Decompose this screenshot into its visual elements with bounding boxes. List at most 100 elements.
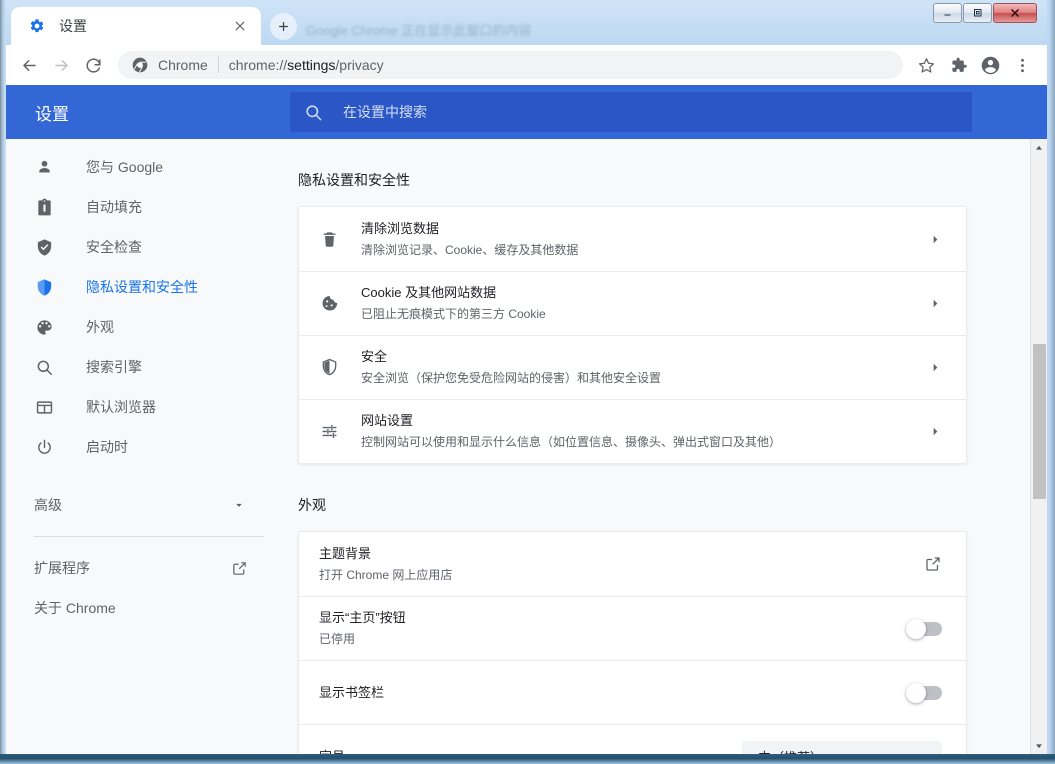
sidebar-item-label: 搜索引擎 [86,357,142,377]
chevron-down-icon [917,750,930,754]
toggle-knob [906,619,926,639]
person-icon [34,157,54,177]
sidebar-item-autofill[interactable]: 自动填充 [6,187,284,227]
settings-sidebar: 您与 Google 自动填充 安全检查 [6,139,284,754]
window-frame-bottom [0,754,1055,764]
sidebar-item-label: 启动时 [86,437,128,457]
omnibox-scheme-chip: Chrome [158,57,208,73]
sidebar-item-on-startup[interactable]: 启动时 [6,427,284,467]
star-icon[interactable] [911,50,941,80]
sidebar-item-search-engine[interactable]: 搜索引擎 [6,347,284,387]
sidebar-item-label: 扩展程序 [34,558,231,578]
row-clear-browsing-data[interactable]: 清除浏览数据 清除浏览记录、Cookie、缓存及其他数据 [299,207,966,271]
row-title: 清除浏览数据 [361,219,917,239]
sidebar-item-default-browser[interactable]: 默认浏览器 [6,387,284,427]
close-window-button[interactable] [993,3,1037,23]
window-frame-right [1047,0,1055,764]
row-subtitle: 打开 Chrome 网上应用店 [319,565,912,585]
browser-icon [34,397,54,417]
window-controls [932,3,1037,23]
page-title: 设置 [35,100,290,125]
chevron-right-icon [929,297,942,310]
palette-icon [34,317,54,337]
url-suffix: /privacy [335,57,383,73]
window-ghost-title: Google Chrome 正在显示此窗口的内容 [306,20,531,39]
row-site-settings[interactable]: 网站设置 控制网站可以使用和显示什么信息（如位置信息、摄像头、弹出式窗口及其他） [299,399,966,463]
row-themes[interactable]: 主题背景 打开 Chrome 网上应用店 [299,532,966,596]
shield-check-icon [34,237,54,257]
vertical-scrollbar[interactable] [1030,139,1047,754]
shield-half-icon [319,358,339,378]
gear-icon [29,18,45,34]
row-cookies[interactable]: Cookie 及其他网站数据 已阻止无痕模式下的第三方 Cookie [299,271,966,335]
scroll-up-icon[interactable] [1031,139,1047,156]
row-title: 显示书签栏 [319,683,908,703]
row-title: 安全 [361,347,917,367]
toggle-knob [906,683,926,703]
shield-half-icon [34,277,54,297]
settings-header-bar: 设置 在设置中搜索 [6,85,1047,139]
font-size-select[interactable]: 中（推荐） [742,741,942,755]
sidebar-advanced-label: 高级 [34,495,232,515]
chrome-logo-icon [132,57,148,73]
scrollbar-thumb[interactable] [1033,344,1046,499]
sidebar-item-you-and-google[interactable]: 您与 Google [6,147,284,187]
row-text: 显示“主页”按钮 已停用 [319,608,908,649]
row-show-home-button[interactable]: 显示“主页”按钮 已停用 [299,596,966,660]
row-show-bookmarks-bar[interactable]: 显示书签栏 [299,660,966,724]
browser-tab-settings[interactable]: 设置 [11,7,261,45]
address-bar[interactable]: Chrome chrome://settings/privacy [118,51,903,79]
external-link-icon[interactable] [924,555,942,573]
tab-title: 设置 [59,16,229,36]
row-subtitle: 控制网站可以使用和显示什么信息（如位置信息、摄像头、弹出式窗口及其他） [361,432,917,452]
reload-icon[interactable] [78,50,108,80]
url-emphasis: settings [287,57,335,73]
external-link-icon [231,560,248,577]
row-text: 清除浏览数据 清除浏览记录、Cookie、缓存及其他数据 [361,219,917,260]
maximize-button[interactable] [963,3,992,23]
puzzle-icon[interactable] [943,50,973,80]
sidebar-item-appearance[interactable]: 外观 [6,307,284,347]
privacy-card: 清除浏览数据 清除浏览记录、Cookie、缓存及其他数据 [298,206,967,464]
browser-toolbar: Chrome chrome://settings/privacy [6,45,1047,85]
sidebar-item-advanced[interactable]: 高级 [6,485,284,525]
row-text: 显示书签栏 [319,683,908,703]
account-circle-icon[interactable] [975,50,1005,80]
toggle-show-home-button[interactable] [908,622,942,636]
row-title: Cookie 及其他网站数据 [361,283,917,303]
sidebar-item-about-chrome[interactable]: 关于 Chrome [6,588,284,628]
minimize-button[interactable] [933,3,962,23]
trash-icon [319,229,339,249]
omnibox-url: chrome://settings/privacy [229,57,384,73]
back-icon[interactable] [14,50,44,80]
three-dot-menu-icon[interactable] [1007,50,1037,80]
row-title: 显示“主页”按钮 [319,608,908,628]
settings-content: 您与 Google 自动填充 安全检查 [6,139,1047,754]
sidebar-item-extensions[interactable]: 扩展程序 [6,548,284,588]
search-placeholder: 在设置中搜索 [343,102,427,122]
row-title: 主题背景 [319,544,912,564]
scroll-down-icon[interactable] [1031,737,1047,754]
chevron-right-icon [929,233,942,246]
sidebar-item-label: 安全检查 [86,237,142,257]
row-security[interactable]: 安全 安全浏览（保护您免受危险网站的侵害）和其他安全设置 [299,335,966,399]
url-prefix: chrome:// [229,57,287,73]
row-subtitle: 安全浏览（保护您免受危险网站的侵害）和其他安全设置 [361,368,917,388]
forward-icon[interactable] [46,50,76,80]
sidebar-item-label: 外观 [86,317,114,337]
sidebar-divider [34,536,264,537]
sidebar-item-privacy-and-security[interactable]: 隐私设置和安全性 [6,267,284,307]
new-tab-button[interactable] [270,13,297,40]
close-icon[interactable] [229,15,251,37]
cookie-icon [319,294,339,314]
tune-icon [319,422,339,442]
row-text: 字号 [319,747,742,755]
font-size-value: 中（推荐） [758,747,907,754]
omnibox-divider [218,57,219,73]
sidebar-item-safety-check[interactable]: 安全检查 [6,227,284,267]
tab-strip: Google Chrome 正在显示此窗口的内容 设置 [6,2,1047,45]
row-text: 主题背景 打开 Chrome 网上应用店 [319,544,912,585]
toggle-show-bookmarks-bar[interactable] [908,686,942,700]
row-font-size[interactable]: 字号 中（推荐） [299,724,966,754]
search-input[interactable]: 在设置中搜索 [290,92,972,132]
